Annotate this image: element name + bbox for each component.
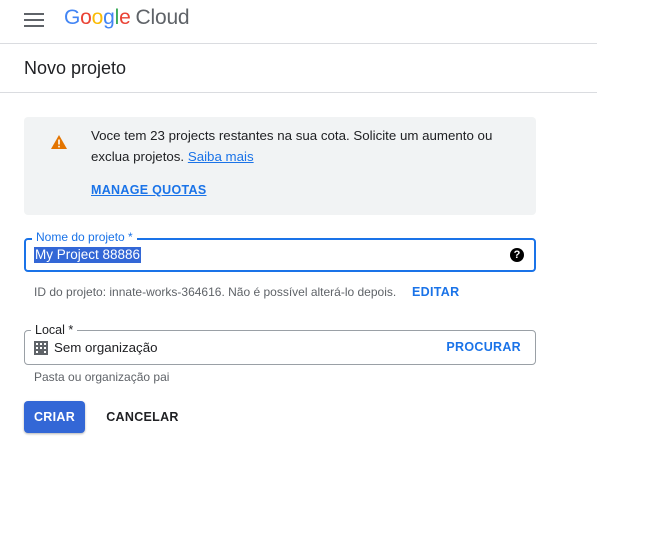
building-icon (34, 341, 48, 355)
browse-button[interactable]: PROCURAR (446, 340, 521, 354)
quota-notice: Voce tem 23 projects restantes na sua co… (24, 117, 536, 215)
quota-message-text: Voce tem 23 projects restantes na sua co… (91, 128, 493, 164)
logo-letter: o (91, 6, 104, 29)
hamburger-menu-icon[interactable] (24, 13, 44, 27)
logo-letter: G (64, 6, 81, 29)
location-hint: Pasta ou organização pai (34, 370, 170, 384)
help-icon[interactable]: ? (510, 248, 524, 262)
learn-more-link[interactable]: Saiba mais (188, 149, 254, 164)
quota-message: Voce tem 23 projects restantes na sua co… (91, 125, 511, 167)
project-name-field[interactable]: Nome do projeto * My Project 88886 ? (24, 230, 536, 272)
project-id-text: ID do projeto: innate-works-364616. Não … (34, 285, 397, 299)
top-bar: Google Cloud (0, 0, 597, 44)
location-label: Local * (31, 323, 78, 337)
logo-letter: e (119, 6, 131, 29)
project-name-label: Nome do projeto * (32, 230, 137, 244)
location-field[interactable]: Local * Sem organização PROCURAR (24, 323, 536, 365)
create-button[interactable]: CRIAR (24, 401, 85, 433)
project-name-input[interactable]: My Project 88886 (34, 247, 142, 263)
logo-product-name: Cloud (135, 6, 190, 29)
google-cloud-logo[interactable]: Google Cloud (64, 6, 190, 30)
page-title-bar: Novo projeto (0, 44, 597, 93)
logo-letter: o (80, 6, 92, 29)
manage-quotas-link[interactable]: MANAGE QUOTAS (91, 183, 206, 197)
location-value: Sem organização (54, 340, 158, 355)
page-title: Novo projeto (24, 58, 127, 78)
edit-project-id-button[interactable]: EDITAR (412, 285, 459, 299)
warning-icon (51, 135, 67, 149)
cancel-button[interactable]: CANCELAR (100, 401, 185, 433)
logo-letter: g (103, 6, 115, 29)
